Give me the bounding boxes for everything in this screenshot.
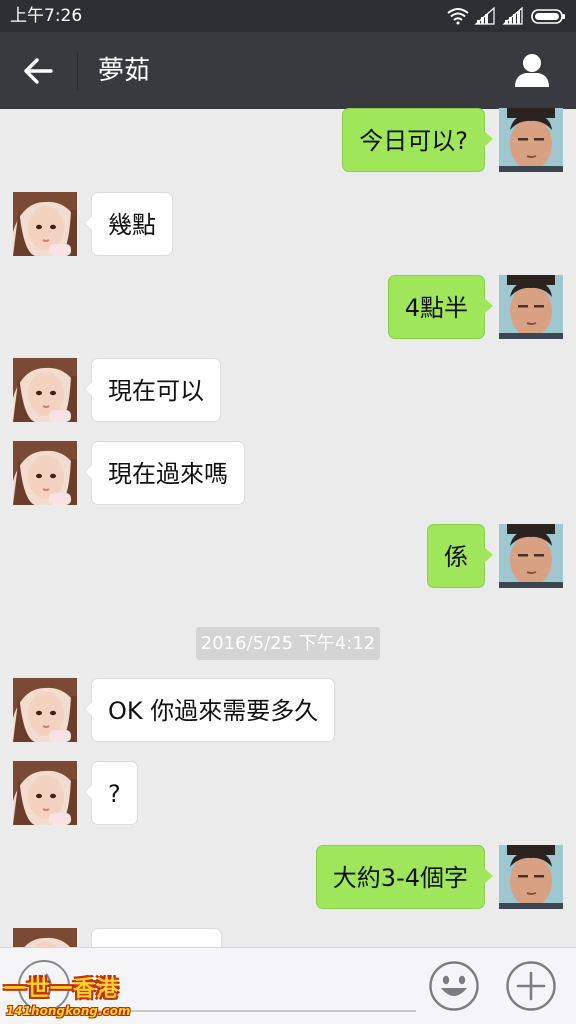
contact-avatar-self[interactable] — [499, 524, 563, 588]
chat-timestamp: 2016/5/25 下午4:12 — [196, 627, 380, 660]
profile-button[interactable] — [512, 50, 552, 90]
contact-avatar-self[interactable] — [499, 108, 563, 172]
arrow-left-icon — [24, 58, 53, 84]
message-bubble-received[interactable]: 現在過來嗎 — [84, 441, 245, 505]
message-bubble-sent[interactable]: 4點半 — [387, 275, 494, 339]
contact-avatar[interactable] — [13, 441, 77, 505]
back-button[interactable] — [18, 51, 60, 91]
status-icons — [446, 6, 568, 26]
message-bubble-received[interactable]: 現在可以 — [84, 358, 221, 422]
signal-icon — [474, 6, 495, 25]
plus-icon — [506, 961, 556, 1011]
person-icon — [515, 54, 549, 87]
title-divider — [77, 52, 78, 90]
contact-avatar-self[interactable] — [499, 845, 563, 909]
wifi-icon — [447, 8, 469, 25]
battery-icon — [531, 9, 565, 24]
message-bubble-received[interactable]: ? — [84, 761, 138, 825]
message-bubble-received[interactable]: OK 你過來需要多久 — [83, 678, 336, 742]
message-bubble-sent[interactable]: 係 — [427, 524, 493, 588]
status-time: 上午7:26 — [10, 6, 83, 26]
title-bar: 夢茹 — [0, 32, 576, 109]
watermark-line2: 141hongkong.com — [6, 1004, 131, 1018]
status-bar: 上午7:26 — [0, 0, 576, 32]
emoji-button[interactable] — [428, 960, 480, 1012]
message-input[interactable] — [90, 960, 416, 1012]
message-bubble-sent[interactable]: 大約3-4個字 — [315, 845, 494, 909]
watermark-logo: 一世一香港 141hongkong.com — [4, 977, 131, 1020]
message-bubble-sent[interactable]: 今日可以? — [342, 108, 493, 172]
watermark-line1: 一世一香港 — [4, 977, 120, 1002]
message-bubble-received[interactable]: 幾點 — [84, 192, 173, 256]
signal-icon — [502, 6, 523, 25]
contact-avatar[interactable] — [13, 192, 77, 256]
contact-avatar[interactable] — [13, 358, 77, 422]
contact-avatar[interactable] — [13, 761, 77, 825]
more-button[interactable] — [505, 960, 557, 1012]
chat-title: 夢茹 — [98, 56, 151, 86]
smiley-icon — [429, 961, 479, 1011]
contact-avatar[interactable] — [13, 678, 77, 742]
contact-avatar-self[interactable] — [499, 275, 563, 339]
